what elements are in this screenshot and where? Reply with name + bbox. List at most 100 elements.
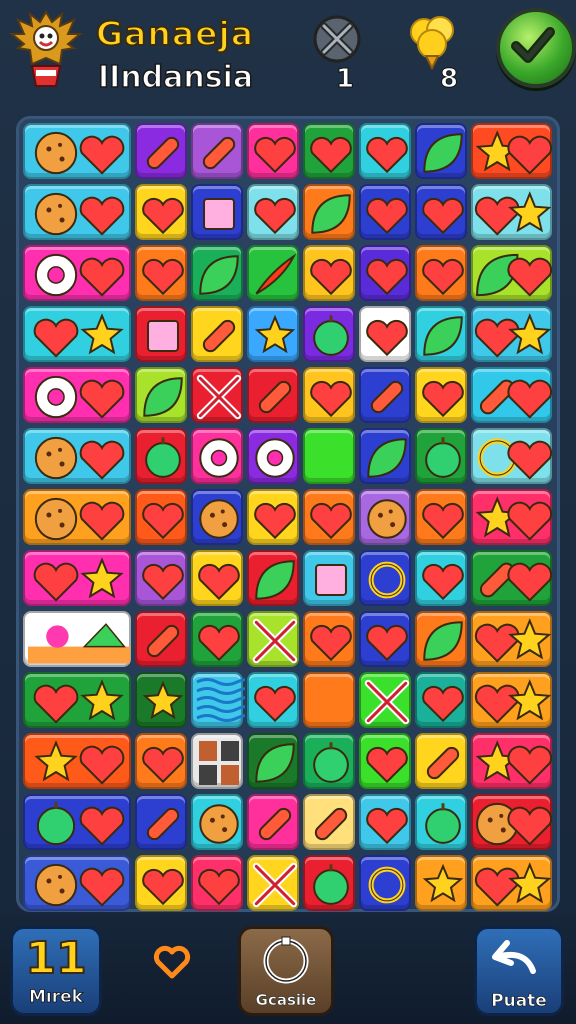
board-tile[interactable] (247, 733, 299, 789)
board-tile[interactable] (471, 489, 553, 545)
board-tile[interactable] (359, 550, 411, 606)
board-tile[interactable] (135, 794, 187, 850)
board-tile[interactable] (471, 428, 553, 484)
board-tile[interactable] (415, 367, 467, 423)
board-tile[interactable] (415, 794, 467, 850)
board-tile[interactable] (247, 306, 299, 362)
board-tile[interactable] (415, 672, 467, 728)
board-tile[interactable] (191, 672, 245, 728)
board-tile[interactable] (135, 550, 187, 606)
confirm-button[interactable] (496, 8, 576, 88)
board-tile[interactable] (247, 489, 299, 545)
board-tile[interactable] (23, 672, 131, 728)
board-tile[interactable] (191, 184, 243, 240)
board-tile[interactable] (303, 550, 355, 606)
board-tile[interactable] (303, 794, 355, 850)
board-tile[interactable] (359, 367, 411, 423)
board-tile[interactable] (191, 123, 243, 179)
board-tile[interactable] (359, 733, 411, 789)
board-tile[interactable] (303, 733, 355, 789)
board-tile[interactable] (415, 428, 467, 484)
board-tile[interactable] (23, 794, 131, 850)
board-tile[interactable] (359, 855, 411, 911)
board-tile[interactable] (359, 184, 411, 240)
board-tile[interactable] (303, 367, 355, 423)
heart-icon[interactable] (152, 942, 192, 982)
board-tile[interactable] (359, 306, 411, 362)
board-tile[interactable] (135, 672, 187, 728)
board-tile[interactable] (359, 123, 411, 179)
board-tile[interactable] (359, 428, 411, 484)
board-tile[interactable] (415, 855, 467, 911)
board-tile[interactable] (23, 245, 131, 301)
board-tile[interactable] (415, 733, 467, 789)
board-tile[interactable] (23, 367, 131, 423)
board-tile[interactable] (415, 550, 467, 606)
board-tile[interactable] (303, 489, 355, 545)
board-tile[interactable] (303, 123, 355, 179)
board-tile[interactable] (191, 245, 243, 301)
board-tile[interactable] (247, 794, 299, 850)
board-tile[interactable] (471, 123, 553, 179)
board-tile[interactable] (303, 672, 355, 728)
center-action-button[interactable]: Gcasiie (238, 926, 334, 1016)
board-tile[interactable] (303, 611, 355, 667)
board-tile[interactable] (471, 855, 552, 911)
board-tile[interactable] (303, 855, 355, 911)
board-tile[interactable] (135, 245, 187, 301)
board-tile[interactable] (471, 184, 552, 240)
board-tile[interactable] (191, 550, 243, 606)
board-tile[interactable] (135, 855, 187, 911)
board-tile[interactable] (415, 489, 467, 545)
board-tile[interactable] (23, 855, 131, 911)
board-tile[interactable] (191, 733, 243, 789)
board-tile[interactable] (191, 855, 243, 911)
board-tile[interactable] (23, 184, 131, 240)
board-tile[interactable] (135, 306, 187, 362)
board-tile[interactable] (303, 184, 355, 240)
board-tile[interactable] (471, 367, 553, 423)
board-tile[interactable] (359, 245, 411, 301)
board-tile[interactable] (415, 123, 467, 179)
board-tile[interactable] (191, 794, 243, 850)
board-tile[interactable] (135, 428, 187, 484)
board-tile[interactable] (23, 489, 131, 545)
board-tile[interactable] (359, 489, 411, 545)
board-tile[interactable] (135, 367, 187, 423)
board-tile[interactable] (303, 306, 355, 362)
board-tile[interactable] (359, 672, 411, 728)
board-tile[interactable] (471, 611, 552, 667)
board-tile[interactable] (247, 672, 299, 728)
board-tile[interactable] (23, 733, 131, 789)
board-tile[interactable] (135, 123, 187, 179)
board-tile[interactable] (23, 123, 131, 179)
board-tile[interactable] (247, 184, 299, 240)
board-tile[interactable] (135, 733, 187, 789)
board-tile[interactable] (191, 428, 243, 484)
board-tile[interactable] (23, 306, 131, 362)
board-tile[interactable] (135, 489, 187, 545)
board-tile[interactable] (471, 306, 552, 362)
board-tile[interactable] (23, 611, 131, 667)
board-tile[interactable] (191, 611, 243, 667)
board-tile[interactable] (135, 611, 187, 667)
board-tile[interactable] (415, 611, 467, 667)
board-tile[interactable] (23, 550, 131, 606)
board-tile[interactable] (471, 794, 553, 850)
board-tile[interactable] (247, 123, 299, 179)
moves-button[interactable]: 11 Mırek (10, 926, 102, 1016)
board-tile[interactable] (415, 306, 467, 362)
board-tile[interactable] (415, 245, 467, 301)
board-tile[interactable] (471, 672, 552, 728)
board-tile[interactable] (247, 611, 299, 667)
gold-nugget-icon[interactable] (404, 10, 460, 70)
board-tile[interactable] (471, 245, 553, 301)
board-tile[interactable] (247, 855, 299, 911)
board-tile[interactable] (471, 550, 553, 606)
board-tile[interactable] (359, 794, 411, 850)
board-tile[interactable] (135, 184, 187, 240)
board-tile[interactable] (359, 611, 411, 667)
board-tile[interactable] (471, 733, 553, 789)
board-tile[interactable] (247, 428, 299, 484)
board-tile[interactable] (303, 428, 355, 484)
